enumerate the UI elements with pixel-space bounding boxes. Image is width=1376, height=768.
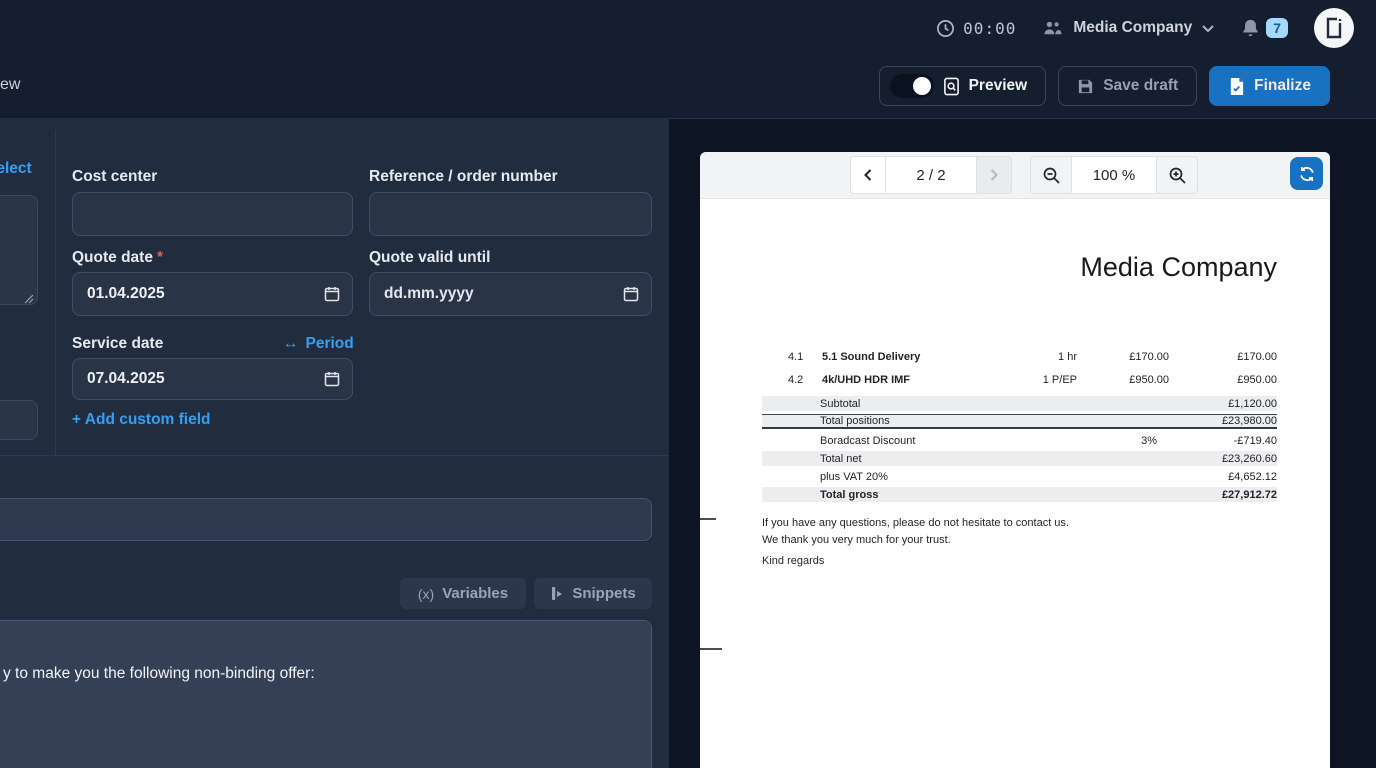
reference-input[interactable] (369, 192, 652, 236)
fold-mark (700, 518, 716, 520)
quote-valid-label: Quote valid until (369, 249, 490, 267)
snippets-icon (550, 586, 564, 601)
timer-value: 00:00 (963, 19, 1016, 38)
snippets-button[interactable]: Snippets (534, 578, 652, 609)
topbar: 00:00 Media Company (0, 0, 1376, 56)
toggle-knob (913, 77, 931, 95)
chevron-right-icon (988, 168, 1000, 182)
doc-item-rows: 4.15.1 Sound Delivery1 hr£170.00£170.00 4… (788, 350, 1277, 396)
offer-text: y to make you the following non-binding … (3, 665, 315, 683)
chevron-down-icon (1201, 24, 1215, 33)
subject-input[interactable] (0, 498, 652, 541)
notifications-button[interactable]: 7 (1241, 18, 1288, 38)
doc-total-row: Total positions£23,980.00 (762, 414, 1277, 429)
calendar-icon[interactable] (324, 371, 340, 387)
recipient-textarea[interactable] (0, 195, 38, 305)
save-draft-button[interactable]: Save draft (1058, 66, 1197, 106)
doc-company-title: Media Company (1080, 252, 1277, 283)
vertical-divider (55, 130, 56, 456)
doc-total-row: plus VAT 20%£4,652.12 (762, 469, 1277, 484)
variables-icon: (x) (418, 586, 434, 602)
quote-date-input[interactable] (72, 272, 353, 316)
action-bar: ew Preview Save draft (0, 56, 1376, 119)
team-icon (1042, 19, 1064, 37)
zoom-out-button[interactable] (1031, 157, 1071, 193)
service-date-label: Service date (72, 335, 163, 353)
finalize-button[interactable]: Finalize (1209, 66, 1330, 106)
calendar-icon[interactable] (623, 286, 639, 302)
zoom-in-button[interactable] (1157, 157, 1197, 193)
closing-line: If you have any questions, please do not… (762, 515, 1069, 532)
clock-icon (936, 19, 955, 38)
preview-toggle-button[interactable]: Preview (879, 66, 1047, 106)
quote-valid-input[interactable] (369, 272, 652, 316)
notification-badge: 7 (1266, 18, 1288, 38)
doc-total-row: Subtotal£1,120.00 (762, 396, 1277, 411)
pdf-preview-panel: 2 / 2 100 % (700, 152, 1330, 768)
offer-textarea[interactable]: y to make you the following non-binding … (0, 620, 652, 768)
doc-item-row: 4.15.1 Sound Delivery1 hr£170.00£170.00 (788, 350, 1277, 363)
left-right-arrow-icon: ↔ (283, 335, 299, 353)
preview-doc-icon (943, 77, 960, 96)
service-date-input[interactable] (72, 358, 353, 400)
company-name: Media Company (1073, 19, 1192, 37)
cost-center-label: Cost center (72, 168, 157, 186)
next-page-button[interactable] (976, 156, 1012, 194)
quote-form-panel: Select Cost center Reference / order num… (0, 118, 669, 768)
doc-signoff: Kind regards (762, 555, 824, 567)
finalize-doc-check-icon (1228, 77, 1245, 96)
prev-page-button[interactable] (850, 156, 886, 194)
calendar-icon[interactable] (324, 286, 340, 302)
pager: 2 / 2 (850, 156, 1012, 194)
quote-date-label: Quote date* (72, 249, 163, 267)
avatar[interactable] (1314, 8, 1354, 48)
main-content: Select Cost center Reference / order num… (0, 118, 1376, 768)
save-draft-label: Save draft (1103, 77, 1178, 95)
chevron-left-icon (862, 168, 874, 182)
variables-button[interactable]: (x) Variables (400, 578, 526, 609)
period-link[interactable]: ↔ Period (283, 335, 354, 353)
preview-toggle[interactable] (890, 74, 934, 98)
section-divider (0, 455, 669, 456)
finalize-label: Finalize (1254, 77, 1311, 95)
save-icon (1077, 78, 1094, 95)
doc-total-rows: Subtotal£1,120.00 Total positions£23,980.… (762, 396, 1277, 505)
magnifier-plus-icon (1168, 166, 1187, 185)
reference-label: Reference / order number (369, 168, 558, 186)
select-link[interactable]: Select (0, 160, 32, 178)
app-root: 00:00 Media Company (0, 0, 1376, 768)
closing-line: We thank you very much for your trust. (762, 532, 1069, 549)
zoom-controls: 100 % (1030, 156, 1198, 194)
doc-total-row: Boradcast Discount3%-£719.40 (762, 433, 1277, 448)
resize-handle-icon[interactable] (24, 291, 34, 301)
cost-center-input[interactable] (72, 192, 353, 236)
doc-total-row: Total gross£27,912.72 (762, 487, 1277, 502)
refresh-icon (1298, 165, 1316, 183)
session-timer: 00:00 (936, 19, 1016, 38)
fold-mark (700, 648, 722, 650)
left-cut-button[interactable] (0, 400, 38, 440)
pdf-toolbar: 2 / 2 100 % (700, 152, 1330, 199)
page-indicator[interactable]: 2 / 2 (886, 156, 976, 194)
required-asterisk: * (157, 249, 163, 266)
add-custom-field-link[interactable]: + Add custom field (72, 411, 211, 429)
bell-icon (1241, 18, 1260, 38)
doc-total-row: Total net£23,260.60 (762, 451, 1277, 466)
preview-label: Preview (969, 77, 1028, 95)
page-title: ew (0, 76, 20, 94)
subject-field-wrap (0, 498, 652, 541)
zoom-level: 100 % (1071, 157, 1157, 193)
refresh-preview-button[interactable] (1290, 157, 1323, 190)
avatar-logo-icon (1323, 16, 1345, 40)
doc-item-row: 4.24k/UHD HDR IMF1 P/EP£950.00£950.00 (788, 373, 1277, 386)
doc-closing-text: If you have any questions, please do not… (762, 515, 1069, 549)
magnifier-minus-icon (1042, 166, 1061, 185)
company-switcher[interactable]: Media Company (1042, 19, 1215, 37)
